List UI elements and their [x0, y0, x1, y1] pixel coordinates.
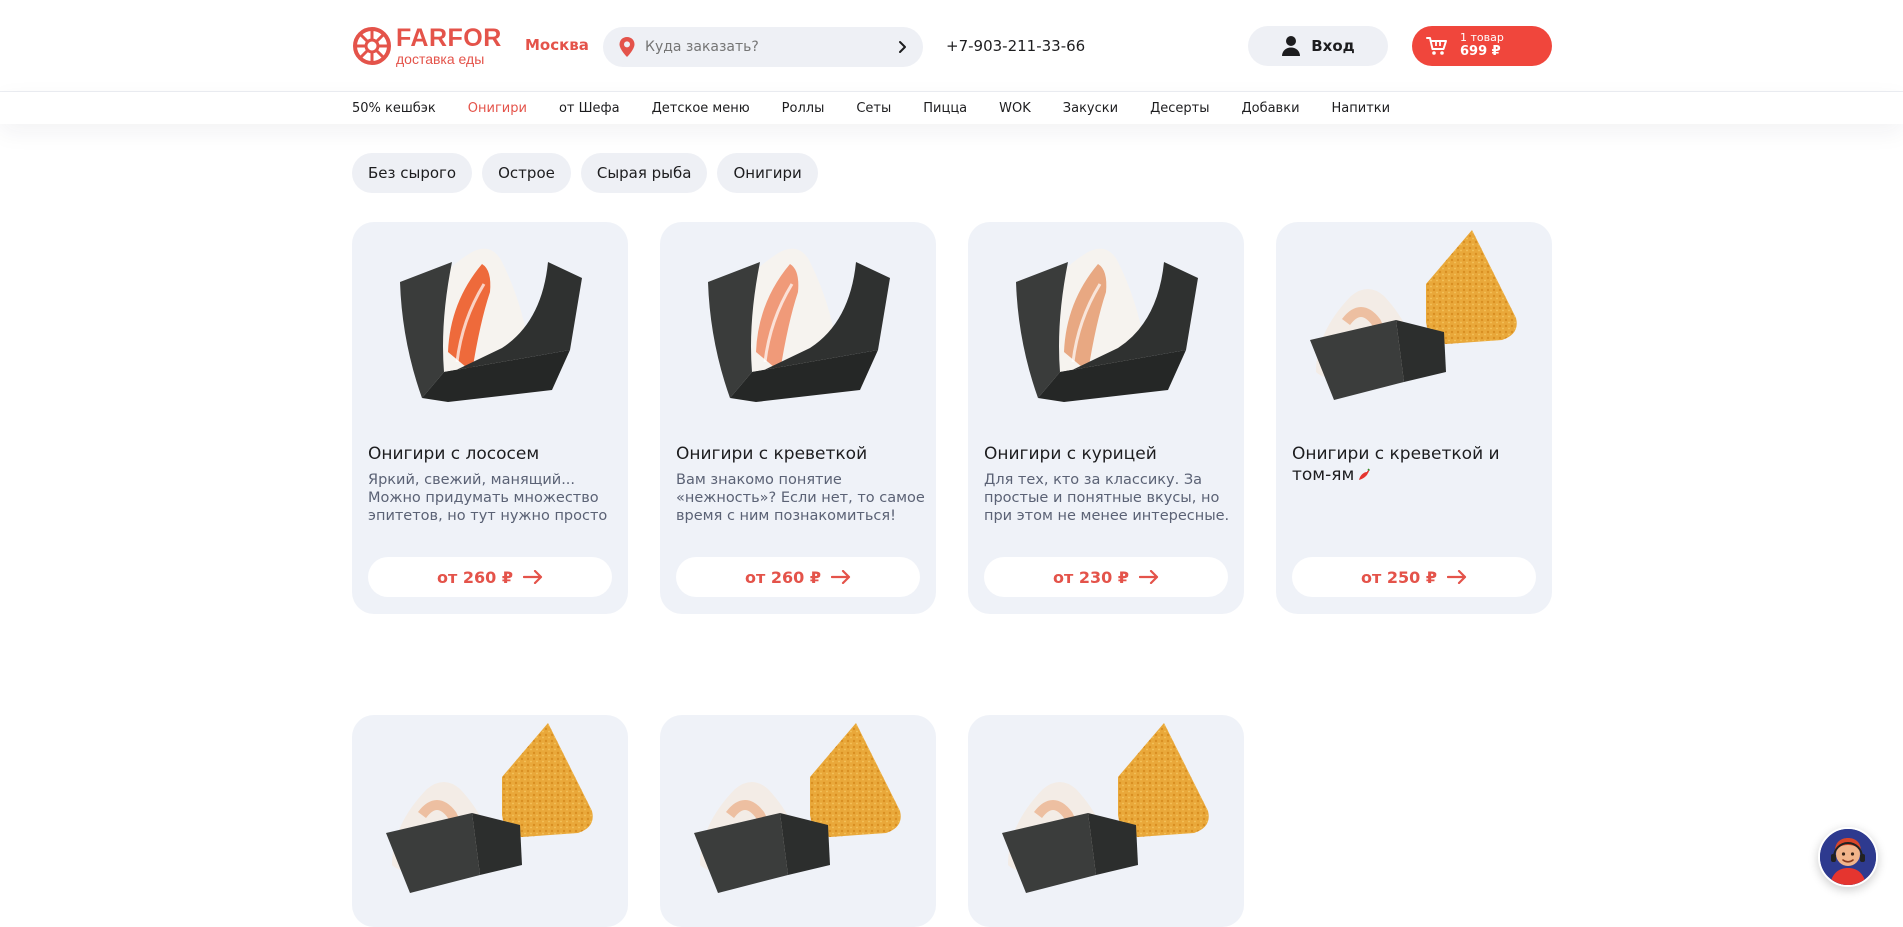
- price-button[interactable]: от 260 ₽: [368, 557, 612, 597]
- filter-chip[interactable]: Острое: [482, 153, 571, 193]
- price-label: от 250 ₽: [1361, 567, 1437, 587]
- price-button[interactable]: от 230 ₽: [984, 557, 1228, 597]
- product-title-text: Онигири с лососем: [368, 444, 540, 464]
- product-image[interactable]: [968, 715, 1244, 927]
- product-title-text: Онигири с креветкой: [676, 444, 868, 464]
- nav-item[interactable]: Добавки: [1241, 101, 1299, 116]
- nav-item[interactable]: Детское меню: [652, 101, 750, 116]
- product-card[interactable]: Онигири с курицей Для тех, кто за классик…: [968, 222, 1244, 614]
- product-description: Яркий, свежий, манящий... Можно придумат…: [368, 472, 608, 524]
- price-label: от 260 ₽: [745, 567, 821, 587]
- nav-item[interactable]: Пицца: [923, 101, 967, 116]
- chili-icon: [1354, 465, 1371, 486]
- product-image[interactable]: [968, 222, 1244, 452]
- product-description: Вам знакомо понятие «нежность»? Если нет…: [676, 472, 925, 524]
- arrow-right-icon: [1138, 570, 1159, 584]
- arrow-right-icon: [522, 570, 543, 584]
- product-title[interactable]: Онигири с креветкой: [676, 444, 922, 465]
- product-card[interactable]: [660, 715, 936, 927]
- nav-item[interactable]: от Шефа: [559, 101, 620, 116]
- support-chat-button[interactable]: [1818, 827, 1878, 887]
- nav-item[interactable]: WOK: [999, 101, 1031, 116]
- cart-count: 1 товар: [1460, 31, 1504, 45]
- nav-item[interactable]: Закуски: [1063, 101, 1118, 116]
- address-search[interactable]: [603, 27, 923, 67]
- filter-chip[interactable]: Онигири: [717, 153, 818, 193]
- chevron-right-icon[interactable]: [893, 38, 911, 56]
- logo-mark-icon: [353, 27, 391, 65]
- site-header: FARFOR доставка еды Москва +7-903-211-33…: [0, 0, 1903, 92]
- product-title-text: Онигири с курицей: [984, 444, 1157, 464]
- product-card[interactable]: [968, 715, 1244, 927]
- product-card[interactable]: Онигири с креветкой и том-ям от 250 ₽: [1276, 222, 1552, 614]
- product-image[interactable]: [352, 222, 628, 452]
- product-card[interactable]: Онигири с креветкой Вам знакомо понятие «…: [660, 222, 936, 614]
- chat-avatar-icon: [1820, 829, 1876, 885]
- address-input[interactable]: [645, 39, 885, 55]
- login-label: Вход: [1311, 37, 1355, 55]
- login-button[interactable]: Вход: [1248, 26, 1388, 66]
- product-title[interactable]: Онигири с креветкой и том-ям: [1292, 444, 1538, 486]
- user-icon: [1282, 36, 1301, 56]
- price-button[interactable]: от 260 ₽: [676, 557, 920, 597]
- logo-tagline: доставка еды: [396, 51, 485, 67]
- nav-item[interactable]: Онигири: [468, 101, 527, 116]
- product-image[interactable]: [1276, 222, 1552, 452]
- price-button[interactable]: от 250 ₽: [1292, 557, 1536, 597]
- product-card[interactable]: Онигири с лососем Яркий, свежий, манящий.…: [352, 222, 628, 614]
- city-selector[interactable]: Москва: [525, 36, 589, 54]
- product-title[interactable]: Онигири с лососем: [368, 444, 614, 465]
- nav-item[interactable]: Сеты: [856, 101, 891, 116]
- cart-button[interactable]: 1 товар 699 ₽: [1412, 26, 1552, 66]
- logo[interactable]: FARFOR доставка еды: [352, 26, 502, 66]
- category-nav: 50% кешбэк Онигири от Шефа Детское меню Ролл…: [0, 92, 1903, 124]
- price-label: от 260 ₽: [437, 567, 513, 587]
- filter-chips: Без сырого Острое Сырая рыба Онигири: [352, 153, 828, 193]
- product-image[interactable]: [660, 715, 936, 927]
- nav-item[interactable]: 50% кешбэк: [352, 101, 436, 116]
- arrow-right-icon: [830, 570, 851, 584]
- product-card[interactable]: [352, 715, 628, 927]
- arrow-right-icon: [1446, 570, 1467, 584]
- logo-wordmark: FARFOR: [396, 24, 502, 52]
- filter-chip[interactable]: Без сырого: [352, 153, 473, 193]
- nav-item[interactable]: Десерты: [1150, 101, 1209, 116]
- location-pin-icon: [619, 37, 635, 57]
- product-image[interactable]: [660, 222, 936, 452]
- product-description: Для тех, кто за классику. За простые и п…: [984, 472, 1230, 524]
- cart-icon: [1426, 37, 1447, 55]
- nav-item[interactable]: Напитки: [1332, 101, 1391, 116]
- cart-sum: 699 ₽: [1460, 43, 1501, 59]
- phone-number[interactable]: +7-903-211-33-66: [946, 37, 1085, 55]
- product-title-text: Онигири с креветкой и том-ям: [1292, 444, 1500, 485]
- nav-item[interactable]: Роллы: [782, 101, 825, 116]
- filter-chip[interactable]: Сырая рыба: [580, 153, 708, 193]
- price-label: от 230 ₽: [1053, 567, 1129, 587]
- product-image[interactable]: [352, 715, 628, 927]
- product-title[interactable]: Онигири с курицей: [984, 444, 1230, 465]
